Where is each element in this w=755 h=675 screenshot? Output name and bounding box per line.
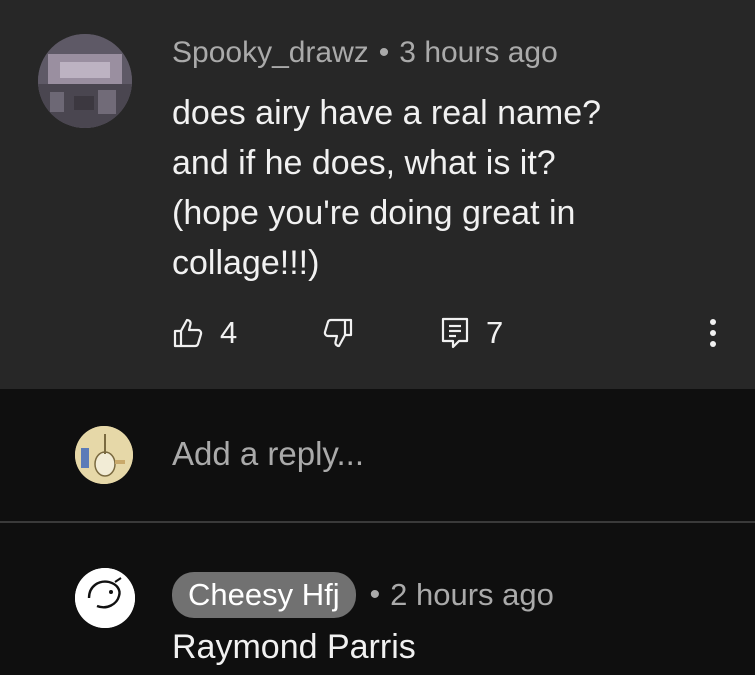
commenter-avatar[interactable] bbox=[38, 34, 132, 128]
thumbs-up-icon bbox=[173, 318, 203, 348]
comment-body-line: collage!!!) bbox=[172, 244, 320, 282]
divider bbox=[0, 521, 755, 523]
reply-icon bbox=[441, 317, 469, 349]
reply-count: 7 bbox=[486, 315, 504, 350]
current-user-avatar bbox=[75, 426, 133, 484]
comment-time: 3 hours ago bbox=[399, 36, 558, 69]
comment-actions: 4 7 bbox=[0, 310, 755, 356]
reply-author-avatar[interactable] bbox=[75, 568, 135, 628]
reply-author-chip[interactable]: Cheesy Hfj bbox=[172, 572, 356, 618]
dislike-button[interactable] bbox=[322, 310, 354, 356]
thumbs-down-icon bbox=[323, 318, 353, 348]
avatar-image bbox=[75, 426, 133, 484]
comment-body: does airy have a real name? and if he do… bbox=[172, 88, 712, 288]
comment-body-line: (hope you're doing great in bbox=[172, 194, 576, 232]
comment-card: Spooky_drawz • 3 hours ago does airy have … bbox=[0, 0, 755, 389]
avatar-image bbox=[38, 34, 132, 128]
avatar-image bbox=[75, 568, 135, 628]
like-button[interactable]: 4 bbox=[172, 310, 237, 356]
more-vert-icon bbox=[710, 319, 716, 347]
add-reply-input[interactable]: Add a reply... bbox=[172, 435, 364, 473]
comment-body-line: and if he does, what is it? bbox=[172, 144, 556, 182]
more-options-button[interactable] bbox=[696, 310, 730, 356]
reply-body: Raymond Parris bbox=[172, 628, 416, 666]
meta-separator: • bbox=[378, 36, 390, 69]
comment-meta: Spooky_drawz • 3 hours ago bbox=[172, 36, 558, 70]
reply-time: 2 hours ago bbox=[390, 577, 554, 612]
replies-button[interactable]: 7 bbox=[440, 310, 503, 356]
comment-body-line: does airy have a real name? bbox=[172, 94, 602, 132]
like-count: 4 bbox=[220, 315, 238, 350]
reply-meta: Cheesy Hfj • 2 hours ago bbox=[172, 572, 554, 618]
comment-author[interactable]: Spooky_drawz bbox=[172, 36, 369, 69]
meta-separator: • bbox=[369, 578, 381, 611]
